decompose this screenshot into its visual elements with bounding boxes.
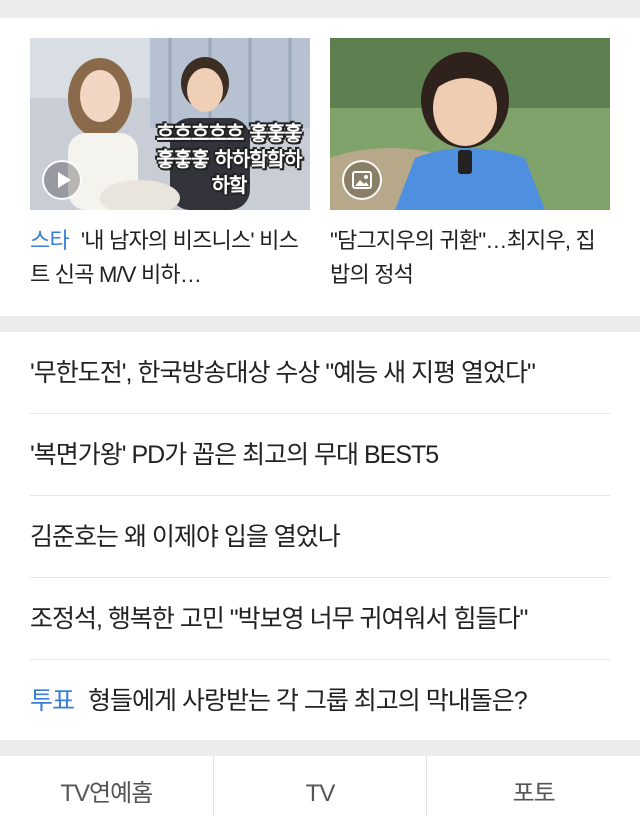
- tab-tv-entertainment-home[interactable]: TV연예홈: [0, 756, 213, 816]
- list-item[interactable]: 조정석, 행복한 고민 "박보영 너무 귀여워서 힘들다": [30, 578, 610, 660]
- vote-tag: 투표: [30, 687, 75, 715]
- article-thumbnail[interactable]: [330, 38, 610, 210]
- tab-tv[interactable]: TV: [212, 756, 427, 816]
- headline-text: 조정석, 행복한 고민 "박보영 너무 귀여워서 힘들다": [30, 605, 528, 633]
- caption-overlay-text: 흐흐흐흐흐 훟훟훟훟훟훟 하하핰핰하하핰: [156, 121, 302, 197]
- article-title[interactable]: "담그지우의 귀환"…최지우, 집밥의 정석: [330, 224, 610, 292]
- article-title-text: "담그지우의 귀환"…최지우, 집밥의 정석: [330, 228, 596, 287]
- photo-icon[interactable]: [342, 160, 382, 200]
- featured-news-card: 흐흐흐흐흐 훟훟훟훟훟훟 하하핰핰하하핰 스타 '내 남자의 비즈니스' 비스트 …: [0, 18, 640, 316]
- featured-article-1[interactable]: 흐흐흐흐흐 훟훟훟훟훟훟 하하핰핰하하핰 스타 '내 남자의 비즈니스' 비스트 …: [30, 38, 310, 292]
- bottom-tab-bar: TV연예홈 TV 포토: [0, 756, 640, 816]
- category-tag: 스타: [30, 228, 70, 253]
- headline-text: 김준호는 왜 이제야 입을 열었나: [30, 523, 341, 551]
- headline-list: '무한도전', 한국방송대상 수상 "예능 새 지평 열었다" '복면가왕' P…: [0, 332, 640, 740]
- list-item[interactable]: '복면가왕' PD가 꼽은 최고의 무대 BEST5: [30, 414, 610, 496]
- headline-text: 형들에게 사랑받는 각 그룹 최고의 막내돌은?: [88, 687, 528, 715]
- article-title[interactable]: 스타 '내 남자의 비즈니스' 비스트 신곡 M/V 비하…: [30, 224, 310, 292]
- featured-article-2[interactable]: "담그지우의 귀환"…최지우, 집밥의 정석: [330, 38, 610, 292]
- list-item-vote[interactable]: 투표 형들에게 사랑받는 각 그룹 최고의 막내돌은?: [30, 660, 610, 742]
- article-thumbnail[interactable]: 흐흐흐흐흐 훟훟훟훟훟훟 하하핰핰하하핰: [30, 38, 310, 210]
- list-item[interactable]: 김준호는 왜 이제야 입을 열었나: [30, 496, 610, 578]
- play-icon[interactable]: [42, 160, 82, 200]
- headline-text: '복면가왕' PD가 꼽은 최고의 무대 BEST5: [30, 441, 439, 469]
- list-item[interactable]: '무한도전', 한국방송대상 수상 "예능 새 지평 열었다": [30, 332, 610, 414]
- headline-text: '무한도전', 한국방송대상 수상 "예능 새 지평 열었다": [30, 359, 536, 387]
- article-title-text: '내 남자의 비즈니스' 비스트 신곡 M/V 비하…: [30, 228, 299, 287]
- tab-photo[interactable]: 포토: [426, 756, 640, 816]
